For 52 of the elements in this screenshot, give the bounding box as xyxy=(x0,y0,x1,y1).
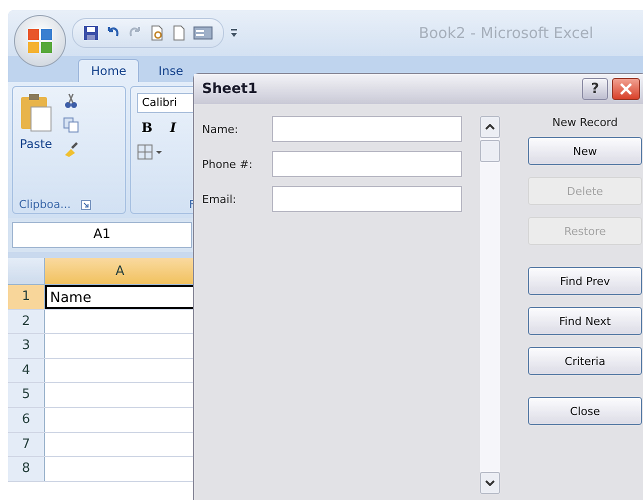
office-logo-icon xyxy=(26,27,54,55)
save-icon xyxy=(83,25,99,41)
borders-icon xyxy=(137,144,163,160)
select-all-corner[interactable] xyxy=(8,258,45,284)
italic-button[interactable]: I xyxy=(163,121,183,136)
dialog-button[interactable]: Find Prev xyxy=(528,267,642,295)
field-label: Phone #: xyxy=(202,158,254,170)
close-button[interactable] xyxy=(612,78,640,100)
new-document-icon xyxy=(171,25,187,41)
record-status: New Record xyxy=(552,116,618,129)
copy-icon xyxy=(63,117,79,133)
paste-button[interactable]: Paste xyxy=(19,93,53,190)
row-header[interactable]: 3 xyxy=(8,334,45,358)
scroll-down-button[interactable] xyxy=(480,472,500,494)
row-header[interactable]: 8 xyxy=(8,457,45,481)
bold-button[interactable]: B xyxy=(137,121,157,136)
ribbon-tab[interactable]: Home xyxy=(78,59,140,82)
chevron-down-icon xyxy=(485,480,495,486)
scrollbar[interactable] xyxy=(480,116,500,494)
ribbon-tab[interactable]: Inse xyxy=(145,59,196,82)
dialog-button[interactable]: Find Next xyxy=(528,307,642,335)
name-box[interactable]: A1 xyxy=(12,222,192,248)
row-header[interactable]: 6 xyxy=(8,408,45,432)
input-field[interactable] xyxy=(272,151,462,177)
dialog-button[interactable]: Criteria xyxy=(528,347,642,375)
chevron-up-icon xyxy=(485,124,495,130)
scissors-icon xyxy=(63,93,79,109)
brush-icon xyxy=(63,141,79,157)
form-icon xyxy=(193,25,213,41)
window-title: Book2 - Microsoft Excel xyxy=(418,24,594,42)
print-preview-icon xyxy=(149,25,165,41)
dialog-button[interactable]: Close xyxy=(528,397,642,425)
group-label: Clipboa... xyxy=(19,198,71,211)
row-header[interactable]: 1 xyxy=(8,285,45,309)
row-header[interactable]: 7 xyxy=(8,432,45,456)
dialog-button[interactable]: New xyxy=(528,137,642,165)
close-icon xyxy=(619,82,633,96)
field-label: Name: xyxy=(202,122,240,136)
row-header[interactable]: 5 xyxy=(8,383,45,407)
customize-dropdown-icon xyxy=(230,27,238,39)
field-label: Email: xyxy=(202,192,238,206)
table-cell[interactable]: Name xyxy=(45,285,195,309)
row-header[interactable]: 4 xyxy=(8,358,45,382)
scroll-thumb[interactable] xyxy=(480,140,500,162)
row-header[interactable]: 2 xyxy=(8,310,45,334)
scroll-up-button[interactable] xyxy=(480,116,500,138)
column-header[interactable]: A xyxy=(45,258,195,284)
dialog-launcher-icon xyxy=(80,200,91,210)
office-button[interactable] xyxy=(14,15,66,67)
help-button[interactable]: ? xyxy=(582,78,608,100)
input-field[interactable] xyxy=(272,186,462,212)
input-field[interactable] xyxy=(272,116,462,142)
